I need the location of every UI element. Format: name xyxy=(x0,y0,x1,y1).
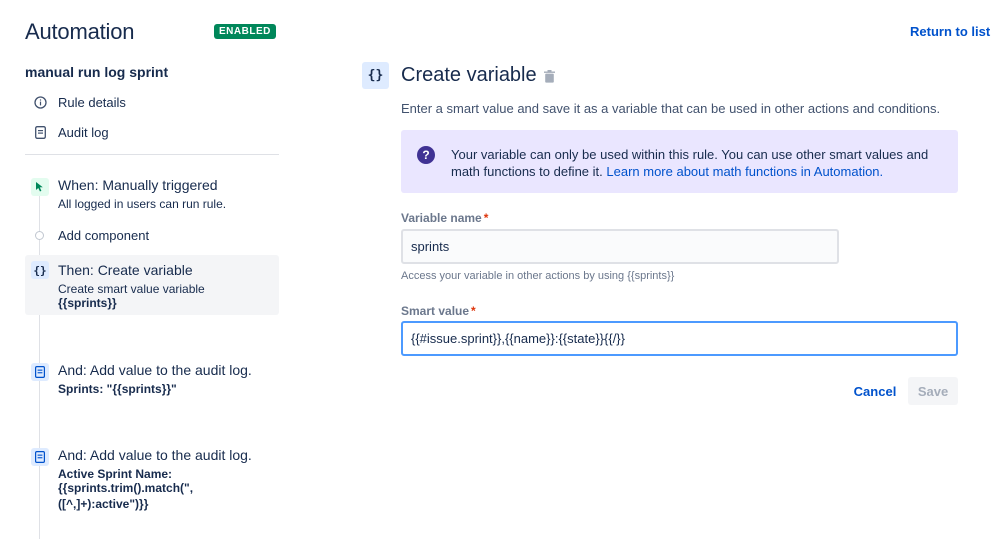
save-button[interactable]: Save xyxy=(908,377,958,405)
nav-rule-details-label: Rule details xyxy=(58,94,126,110)
required-mark: * xyxy=(471,304,476,318)
info-text: Your variable can only be used within th… xyxy=(451,146,941,180)
smart-value-input[interactable]: {{#issue.sprint}},{{name}}:{{state}}{{/}… xyxy=(401,321,958,356)
braces-icon: {} xyxy=(31,261,49,279)
trash-icon[interactable] xyxy=(544,70,555,83)
add-component-link[interactable]: Add component xyxy=(58,228,149,243)
smart-value-label-text: Smart value xyxy=(401,304,470,318)
nav-audit-log-label: Audit log xyxy=(58,124,109,140)
variable-helper-text: Access your variable in other actions by… xyxy=(401,270,675,282)
rule-name: manual run log sprint xyxy=(25,64,169,80)
step-create-variable-desc-bold: {{sprints}} xyxy=(58,296,117,310)
step-audit-log-2-title: And: Add value to the audit log. xyxy=(58,447,252,463)
cursor-click-icon xyxy=(31,178,49,196)
document-icon xyxy=(33,125,47,139)
question-circle-icon: ? xyxy=(417,146,435,164)
info-circle-icon xyxy=(33,95,47,109)
step-audit-log-2-desc-2: {{sprints.trim().match(", xyxy=(58,481,194,495)
step-create-variable[interactable]: {} Then: Create variable Create smart va… xyxy=(25,255,279,315)
step-create-variable-title: Then: Create variable xyxy=(58,262,193,278)
step-audit-log-1[interactable]: And: Add value to the audit log. Sprints… xyxy=(25,361,279,401)
nav-rule-details[interactable]: Rule details xyxy=(33,92,126,112)
variable-name-label: Variable name * xyxy=(401,211,488,225)
step-trigger-desc: All logged in users can run rule. xyxy=(58,197,227,211)
add-component-dot xyxy=(35,231,44,240)
step-audit-log-2[interactable]: And: Add value to the audit log. Active … xyxy=(25,446,279,516)
step-audit-log-2-desc-1: Active Sprint Name: xyxy=(58,467,173,481)
step-trigger[interactable]: When: Manually triggered All logged in u… xyxy=(25,176,279,216)
document-icon xyxy=(31,363,49,381)
step-audit-log-2-desc-3: ([^,]+):active")}} xyxy=(58,497,149,511)
variable-name-label-text: Variable name xyxy=(401,211,482,225)
panel-title: Create variable xyxy=(401,64,537,86)
braces-icon: {} xyxy=(362,62,389,89)
smart-value-label: Smart value * xyxy=(401,304,476,318)
step-audit-log-1-title: And: Add value to the audit log. xyxy=(58,362,252,378)
document-icon xyxy=(31,448,49,466)
cancel-button[interactable]: Cancel xyxy=(846,377,904,405)
panel-subtitle: Enter a smart value and save it as a var… xyxy=(401,101,941,116)
sidebar: Automation ENABLED manual run log sprint… xyxy=(0,0,300,539)
required-mark: * xyxy=(483,211,489,225)
step-trigger-title: When: Manually triggered xyxy=(58,177,218,193)
divider xyxy=(25,154,279,155)
app-title: Automation xyxy=(25,19,135,44)
nav-audit-log[interactable]: Audit log xyxy=(33,122,109,142)
return-to-list-link[interactable]: Return to list xyxy=(910,24,990,39)
step-create-variable-desc: Create smart value variable xyxy=(58,282,205,296)
info-panel: ? Your variable can only be used within … xyxy=(401,130,958,193)
variable-name-input[interactable]: sprints xyxy=(401,229,839,264)
math-functions-link[interactable]: Learn more about math functions in Autom… xyxy=(606,164,883,179)
step-audit-log-1-desc: Sprints: "{{sprints}}" xyxy=(58,382,177,396)
status-badge: ENABLED xyxy=(214,24,276,39)
